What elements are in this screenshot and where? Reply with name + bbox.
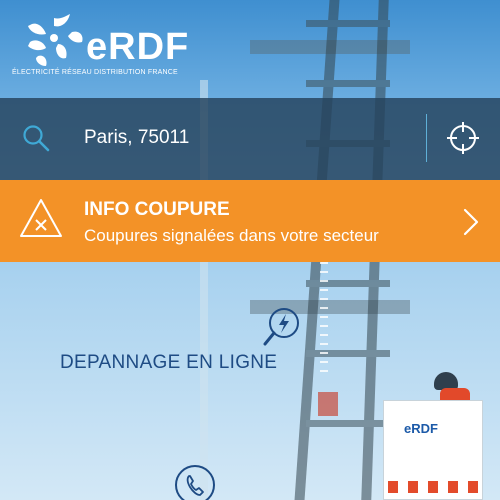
logo-tagline: ÉLECTRICITÉ RÉSEAU DISTRIBUTION FRANCE bbox=[12, 69, 178, 76]
menu-item-online-repair[interactable]: DEPANNAGE EN LIGNE bbox=[60, 352, 277, 374]
location-search-bar: Paris, 75011 bbox=[0, 98, 500, 180]
warning-triangle-icon bbox=[20, 199, 62, 237]
chevron-right-icon[interactable] bbox=[462, 208, 480, 236]
location-input[interactable]: Paris, 75011 bbox=[84, 127, 189, 149]
logo-wordmark: eRDF bbox=[86, 26, 190, 68]
search-divider bbox=[426, 114, 427, 162]
search-icon[interactable] bbox=[22, 124, 50, 152]
outage-info-banner[interactable]: INFO COUPURE Coupures signalées dans vot… bbox=[0, 180, 500, 262]
background-bucket: eRDF bbox=[383, 400, 483, 500]
brand-logo: eRDF ÉLECTRICITÉ RÉSEAU DISTRIBUTION FRA… bbox=[12, 14, 188, 84]
phone-icon[interactable] bbox=[174, 464, 216, 500]
banner-subtitle: Coupures signalées dans votre secteur bbox=[84, 226, 379, 245]
logo-emblem-icon bbox=[28, 14, 83, 66]
crosshair-icon[interactable] bbox=[446, 121, 480, 155]
background-marker bbox=[318, 392, 338, 416]
repair-icon[interactable] bbox=[262, 305, 304, 347]
banner-title: INFO COUPURE bbox=[84, 199, 230, 220]
background-scale bbox=[320, 262, 328, 372]
bucket-logo: eRDF bbox=[404, 421, 438, 436]
